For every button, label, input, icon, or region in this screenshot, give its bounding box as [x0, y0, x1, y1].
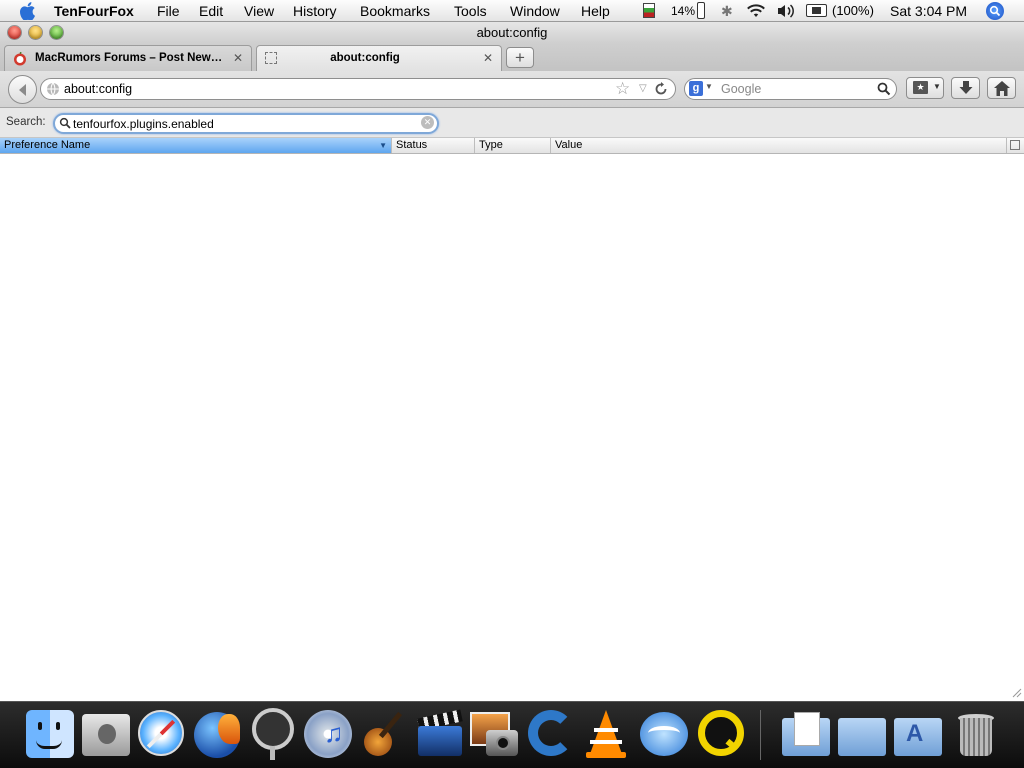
- tab-about-config[interactable]: about:config ✕: [256, 45, 502, 71]
- tab-label: MacRumors Forums – Post New…: [35, 52, 223, 64]
- menu-tools[interactable]: Tools: [454, 3, 487, 19]
- tab-macrumors[interactable]: MacRumors Forums – Post New… ✕: [4, 45, 252, 71]
- camino-icon[interactable]: [524, 708, 576, 760]
- tab-close-icon[interactable]: ✕: [233, 51, 243, 65]
- preferences-list[interactable]: [0, 154, 1024, 701]
- window-titlebar[interactable]: about:config: [0, 22, 1024, 43]
- navigation-toolbar: about:config ☆ ▽ g ▼ Google ★ ▼: [0, 71, 1024, 108]
- url-text[interactable]: about:config: [64, 82, 132, 96]
- bookmarks-star-icon: ★: [913, 81, 928, 94]
- search-placeholder[interactable]: Google: [721, 82, 761, 96]
- resize-grip-icon[interactable]: [1010, 686, 1022, 698]
- column-label: Preference Name: [4, 139, 91, 151]
- menu-app-name[interactable]: TenFourFox: [54, 3, 134, 19]
- system-preferences-icon[interactable]: [80, 708, 132, 760]
- globe-icon[interactable]: [46, 82, 60, 96]
- reload-icon[interactable]: [654, 82, 668, 96]
- google-engine-icon[interactable]: g: [689, 81, 703, 96]
- home-icon: [994, 81, 1010, 96]
- quicksilver-icon[interactable]: [696, 708, 748, 760]
- menu-history[interactable]: History: [293, 3, 337, 19]
- bluetooth-icon[interactable]: ✱: [721, 3, 733, 19]
- downloads-button[interactable]: [951, 77, 980, 99]
- column-label: Status: [396, 139, 428, 151]
- back-arrow-icon: [19, 84, 26, 96]
- wifi-icon[interactable]: [746, 3, 766, 19]
- download-arrow-icon: [959, 81, 973, 94]
- column-status[interactable]: Status: [392, 138, 475, 153]
- tenfourfox-icon[interactable]: [192, 708, 244, 760]
- menu-edit[interactable]: Edit: [199, 3, 223, 19]
- column-type[interactable]: Type: [475, 138, 551, 153]
- column-label: Type: [479, 139, 503, 151]
- menu-file[interactable]: File: [157, 3, 180, 19]
- imovie-icon[interactable]: [414, 708, 466, 760]
- config-search-field[interactable]: ✕: [53, 113, 439, 134]
- iphoto-icon[interactable]: [468, 708, 520, 760]
- web-search-box[interactable]: g ▼ Google: [684, 78, 897, 100]
- dock-separator: [760, 710, 761, 760]
- battery-percent[interactable]: (100%): [832, 3, 874, 19]
- cpu-percent[interactable]: 14%: [671, 3, 695, 19]
- clear-search-icon[interactable]: ✕: [421, 116, 434, 129]
- column-label: Value: [555, 139, 583, 151]
- battery-level-icon[interactable]: [697, 2, 705, 19]
- search-icon[interactable]: [877, 82, 891, 96]
- column-value[interactable]: Value: [551, 138, 1007, 153]
- folder-stack-icon[interactable]: [836, 708, 888, 760]
- history-dropdown-icon[interactable]: ▽: [639, 83, 647, 94]
- config-search-input[interactable]: [73, 116, 403, 131]
- menu-window[interactable]: Window: [510, 3, 560, 19]
- volume-icon[interactable]: [776, 3, 796, 19]
- bookmarks-menu-button[interactable]: ★ ▼: [906, 77, 944, 99]
- battery-icon[interactable]: [806, 4, 827, 17]
- menu-help[interactable]: Help: [581, 3, 610, 19]
- openoffice-icon[interactable]: [638, 708, 690, 760]
- chevron-down-icon: ▼: [933, 82, 941, 91]
- preferences-table-header: Preference Name ▼ Status Type Value: [0, 138, 1024, 154]
- url-bar[interactable]: about:config ☆ ▽: [40, 78, 676, 100]
- dock: ♫ A: [0, 701, 1024, 768]
- vlc-icon[interactable]: [580, 708, 632, 760]
- back-button[interactable]: [8, 75, 37, 104]
- garageband-icon[interactable]: [358, 708, 410, 760]
- engine-dropdown-icon[interactable]: ▼: [705, 82, 713, 91]
- tab-strip: MacRumors Forums – Post New… ✕ about:con…: [0, 43, 1024, 71]
- menu-bar: TenFourFox File Edit View History Bookma…: [0, 0, 1024, 22]
- spotlight-search-icon[interactable]: [248, 708, 300, 760]
- menu-view[interactable]: View: [244, 3, 274, 19]
- magnifier-icon: [59, 117, 71, 129]
- itunes-icon[interactable]: ♫: [302, 708, 354, 760]
- home-button[interactable]: [987, 77, 1016, 99]
- new-tab-button[interactable]: +: [506, 47, 534, 68]
- menu-clock[interactable]: Sat 3:04 PM: [890, 3, 967, 19]
- sort-descending-icon: ▼: [379, 141, 387, 150]
- window-title: about:config: [476, 25, 548, 40]
- config-filter-bar: Search: ✕: [0, 108, 1024, 138]
- spotlight-icon[interactable]: [986, 2, 1004, 20]
- tab-close-icon[interactable]: ✕: [483, 51, 493, 65]
- trash-icon[interactable]: [950, 708, 1002, 760]
- tab-label: about:config: [330, 52, 400, 64]
- memory-meter-icon[interactable]: [643, 3, 655, 18]
- column-preference-name[interactable]: Preference Name ▼: [0, 138, 392, 153]
- column-picker-icon[interactable]: [1010, 140, 1020, 150]
- safari-icon[interactable]: [136, 708, 188, 760]
- documents-stack-icon[interactable]: [780, 708, 832, 760]
- menu-bookmarks[interactable]: Bookmarks: [360, 3, 430, 19]
- search-label: Search:: [6, 116, 46, 128]
- macrumors-favicon-icon: [14, 52, 26, 66]
- finder-icon[interactable]: [24, 708, 76, 760]
- applications-folder-icon[interactable]: A: [892, 708, 944, 760]
- apple-menu-icon[interactable]: [19, 2, 36, 20]
- bookmark-star-icon[interactable]: ☆: [615, 79, 630, 99]
